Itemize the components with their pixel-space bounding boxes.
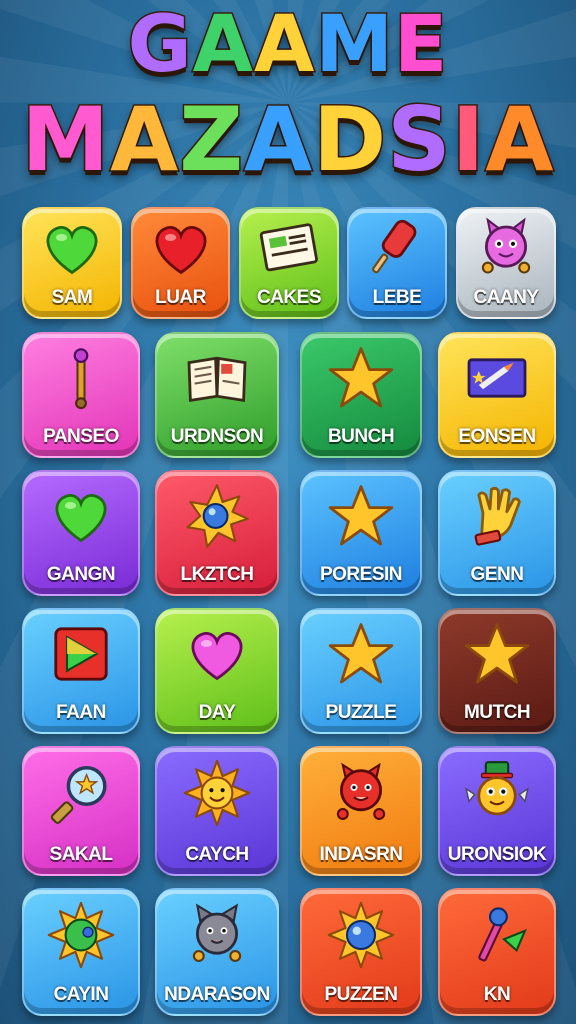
game-tile-caych[interactable]: CAYCH [155, 746, 279, 876]
tile-label: PUZZEN [324, 984, 399, 1005]
magnifier-icon [50, 766, 107, 825]
tile-label: URONSIOK [447, 844, 547, 865]
game-tile-bunch[interactable]: BUNCH [300, 332, 422, 458]
tile-label: LEBE [372, 287, 422, 308]
green-heart-icon [55, 493, 107, 543]
game-tile-sam[interactable]: SAM [22, 207, 122, 319]
tile-label: CAYIN [53, 984, 109, 1005]
game-tile-puzzen[interactable]: PUZZEN [300, 888, 422, 1016]
tile-label: DAY [198, 702, 236, 723]
tile-label: NDARASON [164, 984, 270, 1005]
game-title-line2: MAZADSIA [0, 87, 576, 193]
game-tile-cakes[interactable]: CAKES [239, 207, 339, 319]
green-sun-icon [47, 901, 115, 968]
tile-label: FAAN [56, 702, 106, 723]
tile-label: EONSEN [458, 426, 536, 447]
pink-heart-icon [191, 631, 243, 681]
tile-label: PUZZLE [325, 702, 397, 723]
game-tile-mutch[interactable]: MUTCH [438, 608, 556, 734]
tile-label: CAKES [256, 287, 322, 308]
title-letter: M [314, 0, 395, 92]
tile-label: PORESIN [319, 564, 403, 585]
tile-label: URDNSON [170, 426, 264, 447]
tile-label: LKZTCH [180, 564, 254, 585]
game-title-line1: GAAME [0, 0, 576, 92]
newspaper-icon [259, 223, 318, 272]
title-letter: Z [178, 87, 245, 193]
star-icon [464, 623, 530, 684]
title-letter: G [126, 0, 193, 92]
wand-icon [73, 348, 89, 410]
game-tile-uronsiok[interactable]: URONSIOK [438, 746, 556, 876]
game-tile-urdnson[interactable]: URDNSON [155, 332, 279, 458]
game-tile-sakal[interactable]: SAKAL [22, 746, 140, 876]
pink-creature-icon [481, 217, 531, 274]
title-letter: I [450, 87, 486, 193]
green-heart-icon [46, 225, 98, 275]
game-tile-genn[interactable]: GENN [438, 470, 556, 596]
title-letter: A [484, 87, 555, 193]
game-tile-day[interactable]: DAY [155, 608, 279, 734]
title-letter: S [386, 87, 452, 193]
game-tile-ndarason[interactable]: NDARASON [155, 888, 279, 1016]
tile-label: SAM [51, 287, 93, 308]
game-tile-cayin[interactable]: CAYIN [22, 888, 140, 1016]
tile-label: SAKAL [49, 844, 113, 865]
title-letter: E [393, 0, 449, 92]
tile-label: BUNCH [327, 426, 395, 447]
red-heart-icon [155, 225, 206, 275]
tile-label: CAYCH [185, 844, 249, 865]
tile-label: MUTCH [463, 702, 531, 723]
game-tile-poresin[interactable]: PORESIN [300, 470, 422, 596]
game-tile-gangn[interactable]: GANGN [22, 470, 140, 596]
tile-label: GENN [470, 564, 524, 585]
game-tile-lebe[interactable]: LEBE [347, 207, 447, 319]
title-letter: M [20, 87, 111, 193]
glove-icon [474, 486, 521, 546]
red-creature-icon [336, 763, 386, 821]
tile-label: PANSEO [43, 426, 119, 447]
play-icon [54, 627, 108, 681]
tile-label: INDASRN [319, 844, 403, 865]
title-letter: D [312, 87, 388, 193]
hat-creature-icon [465, 761, 529, 816]
game-tile-faan[interactable]: FAAN [22, 608, 140, 734]
game-tile-luar[interactable]: LUAR [131, 207, 230, 319]
tile-label: KN [483, 984, 511, 1005]
title-letter: A [243, 87, 314, 193]
star-icon [328, 485, 394, 546]
star-icon [328, 347, 394, 408]
sun-orb-icon [186, 484, 249, 548]
blue-orb-sun-icon [327, 901, 395, 968]
gray-cat-icon [192, 903, 242, 962]
title-letter: A [191, 0, 255, 92]
card-icon [467, 358, 527, 398]
game-tile-caany[interactable]: CAANY [456, 207, 556, 319]
wand-arrow-icon [478, 906, 527, 962]
tile-label: GANGN [46, 564, 116, 585]
game-tile-indasrn[interactable]: INDASRN [300, 746, 422, 876]
star-icon [328, 623, 394, 684]
popsicle-icon [372, 219, 417, 274]
game-tile-kn[interactable]: KN [438, 888, 556, 1016]
open-book-icon [187, 356, 247, 402]
smiling-sun-icon [183, 760, 251, 827]
tile-label: LUAR [155, 287, 206, 308]
game-tile-panseo[interactable]: PANSEO [22, 332, 140, 458]
game-tile-eonsen[interactable]: EONSEN [438, 332, 556, 458]
game-tile-puzzle[interactable]: PUZZLE [300, 608, 422, 734]
title-letter: A [253, 0, 316, 92]
tile-label: CAANY [473, 287, 539, 308]
title-letter: A [109, 87, 180, 193]
game-tile-lkztch[interactable]: LKZTCH [155, 470, 279, 596]
